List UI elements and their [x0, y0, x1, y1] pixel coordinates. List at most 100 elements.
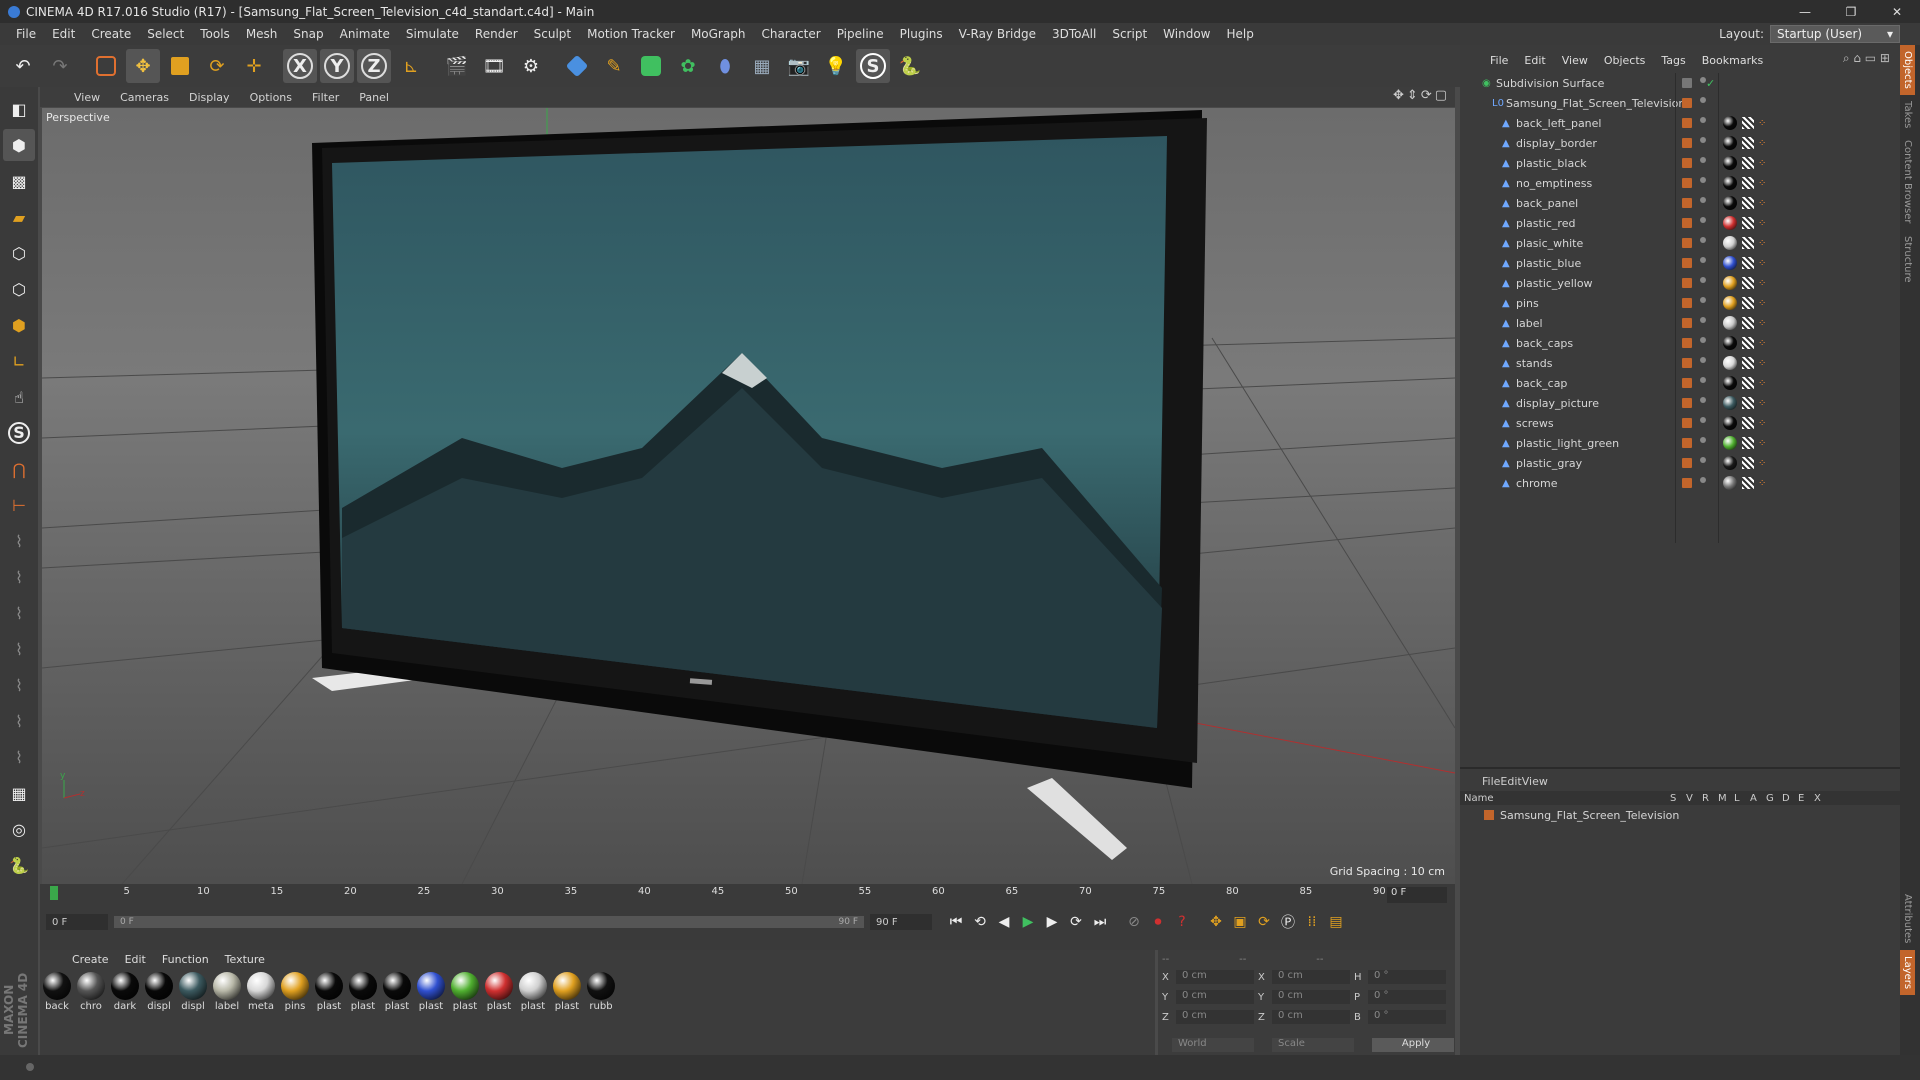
spline-tool-icon[interactable]: ◎ [3, 813, 35, 845]
viewport-menu-item[interactable]: Options [240, 91, 302, 104]
menu-item[interactable]: Plugins [892, 27, 951, 41]
next-key-icon[interactable]: ⟳ [1064, 911, 1088, 933]
material-tag-icon[interactable] [1723, 216, 1737, 230]
attributes-menu-item[interactable]: Edit [1500, 775, 1521, 788]
transform-icon[interactable]: ✛ [237, 49, 271, 83]
selection-tag-icon[interactable]: ⁘ [1758, 398, 1766, 409]
rotate-icon[interactable]: ⟳ [200, 49, 234, 83]
minimize-icon[interactable]: — [1782, 0, 1828, 23]
layout-dropdown[interactable]: Startup (User) ▾ [1770, 25, 1900, 43]
go-to-start-icon[interactable]: ⏮ [944, 911, 968, 933]
timeline-window-icon[interactable]: ▤ [1324, 911, 1348, 933]
material-swatch[interactable]: plast [314, 972, 344, 1012]
texture-tag-icon[interactable] [1742, 477, 1754, 489]
menu-item[interactable]: Character [753, 27, 828, 41]
visibility-dot-icon[interactable] [1700, 377, 1706, 383]
objects-menu-item[interactable]: Objects [1596, 54, 1654, 67]
viewport-menu-item[interactable]: View [64, 91, 110, 104]
material-menu-item[interactable]: Edit [117, 953, 154, 966]
points-mode-icon[interactable]: ⬡ [3, 237, 35, 269]
selection-tag-icon[interactable]: ⁘ [1758, 178, 1766, 189]
current-frame-field[interactable]: 0 F [1387, 887, 1447, 903]
viewport-menu-item[interactable]: Display [179, 91, 240, 104]
object-row[interactable]: ▲ label ⁘ [1460, 313, 1900, 333]
viewport-menu-item[interactable]: Filter [302, 91, 349, 104]
material-tag-icon[interactable] [1723, 176, 1737, 190]
coord-field[interactable]: 0 cm [1272, 970, 1350, 984]
material-swatch[interactable]: back [42, 972, 72, 1012]
key-scale-icon[interactable]: ▣ [1228, 911, 1252, 933]
object-row[interactable]: ▲ chrome ⁘ [1460, 473, 1900, 493]
menu-item[interactable]: Render [467, 27, 526, 41]
layer-color-icon[interactable] [1682, 298, 1692, 308]
layer-color-icon[interactable] [1682, 238, 1692, 248]
texture-tag-icon[interactable] [1742, 277, 1754, 289]
visibility-dot-icon[interactable] [1700, 177, 1706, 183]
texture-tag-icon[interactable] [1742, 157, 1754, 169]
texture-tag-icon[interactable] [1742, 237, 1754, 249]
menu-item[interactable]: Select [139, 27, 192, 41]
menu-item[interactable]: Window [1155, 27, 1218, 41]
z-axis-lock-icon[interactable]: Z [357, 49, 391, 83]
cloner-icon[interactable]: ✿ [671, 49, 705, 83]
sculpt-pull-icon[interactable]: ⌇ [3, 561, 35, 593]
coordinate-system-icon[interactable]: ⊾ [394, 49, 428, 83]
layer-color-icon[interactable] [1682, 258, 1692, 268]
texture-tag-icon[interactable] [1742, 297, 1754, 309]
texture-tag-icon[interactable] [1742, 317, 1754, 329]
scale-dropdown[interactable]: Scale [1272, 1038, 1354, 1052]
texture-mode-icon[interactable]: ▩ [3, 165, 35, 197]
menu-item[interactable]: Sculpt [526, 27, 579, 41]
axis-mode-icon[interactable]: ∟ [3, 345, 35, 377]
layer-color-icon[interactable] [1682, 378, 1692, 388]
object-row[interactable]: ▲ plastic_gray ⁘ [1460, 453, 1900, 473]
brush-icon[interactable]: ⌇ [3, 525, 35, 557]
material-tag-icon[interactable] [1723, 136, 1737, 150]
texture-tag-icon[interactable] [1742, 397, 1754, 409]
subdivision-surface-icon[interactable] [634, 49, 668, 83]
object-row[interactable]: ▲ screws ⁘ [1460, 413, 1900, 433]
material-swatch[interactable]: pins [280, 972, 310, 1012]
visibility-dot-icon[interactable] [1700, 157, 1706, 163]
layer-color-icon[interactable] [1682, 138, 1692, 148]
layer-color-icon[interactable] [1682, 418, 1692, 428]
menu-item[interactable]: Help [1218, 27, 1261, 41]
material-tag-icon[interactable] [1723, 296, 1737, 310]
visibility-dot-icon[interactable] [1700, 237, 1706, 243]
live-selection-icon[interactable] [89, 49, 123, 83]
material-swatch[interactable]: plast [552, 972, 582, 1012]
sculpt-flatten-icon[interactable]: ⌇ [3, 669, 35, 701]
side-tab[interactable]: Takes [1900, 95, 1915, 134]
visibility-dot-icon[interactable] [1700, 417, 1706, 423]
key-parameter-icon[interactable]: Ⓟ [1276, 911, 1300, 933]
side-tab[interactable]: Objects [1900, 45, 1915, 95]
material-tag-icon[interactable] [1723, 156, 1737, 170]
texture-tag-icon[interactable] [1742, 337, 1754, 349]
layer-color-icon[interactable] [1682, 278, 1692, 288]
object-row[interactable]: ▲ plasic_white ⁘ [1460, 233, 1900, 253]
model-mode-icon[interactable]: ⬢ [3, 129, 35, 161]
objects-menu-item[interactable]: File [1482, 54, 1516, 67]
frame-range-slider[interactable]: 0 F 90 F [114, 916, 864, 928]
selection-tag-icon[interactable]: ⁘ [1758, 418, 1766, 429]
python-icon[interactable]: 🐍 [893, 49, 927, 83]
object-row[interactable]: ▲ stands ⁘ [1460, 353, 1900, 373]
object-row[interactable]: ▲ back_caps ⁘ [1460, 333, 1900, 353]
texture-tag-icon[interactable] [1742, 377, 1754, 389]
menu-item[interactable]: File [8, 27, 44, 41]
selection-tag-icon[interactable]: ⁘ [1758, 158, 1766, 169]
material-swatch[interactable]: label [212, 972, 242, 1012]
object-row[interactable]: ▲ plastic_black ⁘ [1460, 153, 1900, 173]
object-row[interactable]: ▲ pins ⁘ [1460, 293, 1900, 313]
undo-icon[interactable]: ↶ [6, 49, 40, 83]
visibility-dot-icon[interactable] [1700, 117, 1706, 123]
material-tag-icon[interactable] [1723, 316, 1737, 330]
selection-tag-icon[interactable]: ⁘ [1758, 438, 1766, 449]
deformer-icon[interactable]: ⬮ [708, 49, 742, 83]
viewport-nav-icons[interactable]: ✥⇕⟳▢ [1393, 88, 1450, 103]
texture-tag-icon[interactable] [1742, 137, 1754, 149]
material-swatch[interactable]: dark [110, 972, 140, 1012]
visibility-dot-icon[interactable] [1700, 137, 1706, 143]
render-picture-viewer-icon[interactable]: 🎞 [477, 49, 511, 83]
material-menu-item[interactable]: Function [154, 953, 217, 966]
